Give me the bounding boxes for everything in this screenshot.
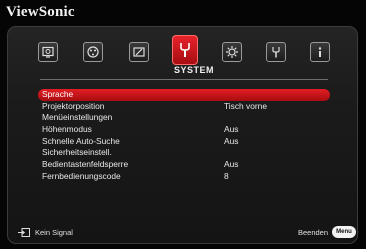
menu-item-label: Schnelle Auto-Suche <box>42 135 120 146</box>
wrench-icon <box>180 43 190 57</box>
menu-item-value: Aus <box>224 159 239 170</box>
tab-picture[interactable] <box>38 42 58 62</box>
brand-logo: ViewSonic <box>6 4 75 20</box>
signal-status: Kein Signal <box>18 228 73 237</box>
info-icon <box>318 47 322 57</box>
menu-item-label: Höhenmodus <box>42 124 92 135</box>
menu-item-fernbedienungscode[interactable]: Fernbedienungscode 8 <box>38 171 330 183</box>
picture-icon <box>42 46 54 58</box>
menu-item-label: Fernbedienungscode <box>42 170 121 181</box>
menu-item-value: 8 <box>224 170 229 181</box>
color-palette-icon <box>87 46 99 58</box>
exit-hint: Beenden Menu <box>298 226 356 238</box>
menu-tabs <box>38 35 338 65</box>
menu-item-label: Sprache <box>42 89 74 99</box>
menu-item-projektorposition[interactable]: Projektorposition Tisch vorne <box>38 101 330 113</box>
input-source-icon <box>18 228 30 237</box>
menu-item-label: Sicherheitseinstell. <box>42 147 112 158</box>
menu-item-schnelle-auto-suche[interactable]: Schnelle Auto-Suche Aus <box>38 136 330 148</box>
tab-system[interactable] <box>172 35 198 65</box>
menu-item-label: Menüeinstellungen <box>42 112 113 123</box>
menu-item-bedientastenfeldsperre[interactable]: Bedientastenfeldsperre Aus <box>38 159 330 171</box>
exit-label: Beenden <box>297 227 328 237</box>
tab-color[interactable] <box>83 42 103 62</box>
tab-adjust[interactable] <box>129 42 149 62</box>
tab-setup[interactable] <box>222 42 242 62</box>
menu-item-label: Projektorposition <box>42 100 105 111</box>
menu-item-sprache[interactable]: Sprache <box>38 89 330 101</box>
menu-item-label: Bedientastenfeldsperre <box>42 159 129 170</box>
gear-icon <box>226 46 238 58</box>
tab-info[interactable] <box>310 42 330 62</box>
settings-menu: Sprache Projektorposition Tisch vorne Me… <box>38 89 330 183</box>
osd-screen: ViewSonic SYSTEM Sprache Projektorpositi… <box>0 0 366 249</box>
menu-item-sicherheitseinstell[interactable]: Sicherheitseinstell. <box>38 147 330 159</box>
tools-icon <box>272 47 280 58</box>
menu-item-menueinstellungen[interactable]: Menüeinstellungen <box>38 112 330 124</box>
menu-item-value: Tisch vorne <box>224 100 267 111</box>
divider <box>40 79 328 80</box>
menu-item-hoehenmodus[interactable]: Höhenmodus Aus <box>38 124 330 136</box>
menu-item-value: Aus <box>224 124 239 135</box>
menu-item-value: Aus <box>224 135 239 146</box>
section-title: SYSTEM <box>173 65 214 75</box>
tab-tools[interactable] <box>266 42 286 62</box>
menu-key-button[interactable]: Menu <box>332 226 356 238</box>
signal-status-text: Kein Signal <box>35 228 73 237</box>
adjust-icon <box>133 47 145 57</box>
